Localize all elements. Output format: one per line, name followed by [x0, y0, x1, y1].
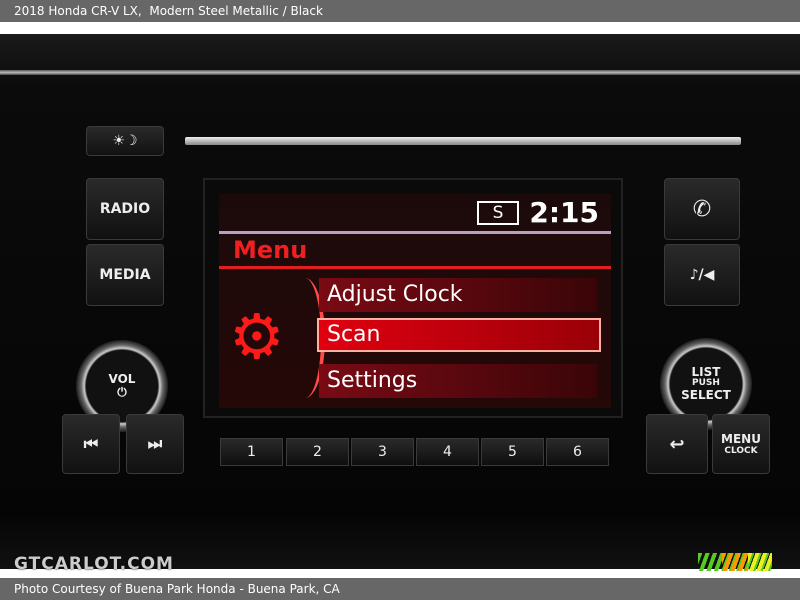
- photo-credit: Photo Courtesy of Buena Park Honda - Bue…: [0, 578, 800, 600]
- page-title: 2018 Honda CR-V LX, Modern Steel Metalli…: [0, 0, 800, 22]
- preset-6[interactable]: 6: [546, 438, 609, 466]
- watermark-logo: GTCARLOT.COM: [14, 554, 174, 574]
- display-screen: S 2:15 Menu ⚙ Adjust Clock Scan Settings: [203, 178, 623, 418]
- gear-icon: ⚙: [229, 300, 285, 373]
- mode-badge: S: [477, 201, 519, 225]
- audio-button[interactable]: ♪/◀: [664, 244, 740, 306]
- divider: [219, 231, 611, 234]
- lcd: S 2:15 Menu ⚙ Adjust Clock Scan Settings: [219, 194, 611, 408]
- car-radio-photo: ☀☽ RADIO MEDIA VOL ⏻ ⏮ ⏭ ✆ ♪/◀ LIST PUSH…: [0, 34, 800, 569]
- radio-button[interactable]: RADIO: [86, 178, 164, 240]
- menu-item-scan[interactable]: Scan: [317, 318, 601, 352]
- dash-trim: [0, 70, 800, 75]
- logo-stripes: [722, 553, 748, 571]
- preset-1[interactable]: 1: [220, 438, 283, 466]
- menu-item-adjust-clock[interactable]: Adjust Clock: [319, 278, 597, 312]
- cd-slot: [185, 137, 741, 145]
- preset-5[interactable]: 5: [481, 438, 544, 466]
- menu-label: MENU: [721, 432, 761, 446]
- power-icon: ⏻: [117, 385, 127, 399]
- seek-forward-button[interactable]: ⏭: [126, 414, 184, 474]
- preset-2[interactable]: 2: [286, 438, 349, 466]
- seek-back-button[interactable]: ⏮: [62, 414, 120, 474]
- menu-item-settings[interactable]: Settings: [319, 364, 597, 398]
- back-button[interactable]: ↩: [646, 414, 708, 474]
- menu-title: Menu: [233, 236, 308, 264]
- brightness-button[interactable]: ☀☽: [86, 126, 164, 156]
- media-button[interactable]: MEDIA: [86, 244, 164, 306]
- clock-label: CLOCK: [724, 446, 758, 456]
- preset-3[interactable]: 3: [351, 438, 414, 466]
- phone-button[interactable]: ✆: [664, 178, 740, 240]
- divider: [219, 266, 611, 269]
- menu-button[interactable]: MENU CLOCK: [712, 414, 770, 474]
- preset-4[interactable]: 4: [416, 438, 479, 466]
- logo-stripes: [748, 553, 772, 571]
- clock-time: 2:15: [529, 196, 599, 229]
- select-label: SELECT: [681, 387, 731, 402]
